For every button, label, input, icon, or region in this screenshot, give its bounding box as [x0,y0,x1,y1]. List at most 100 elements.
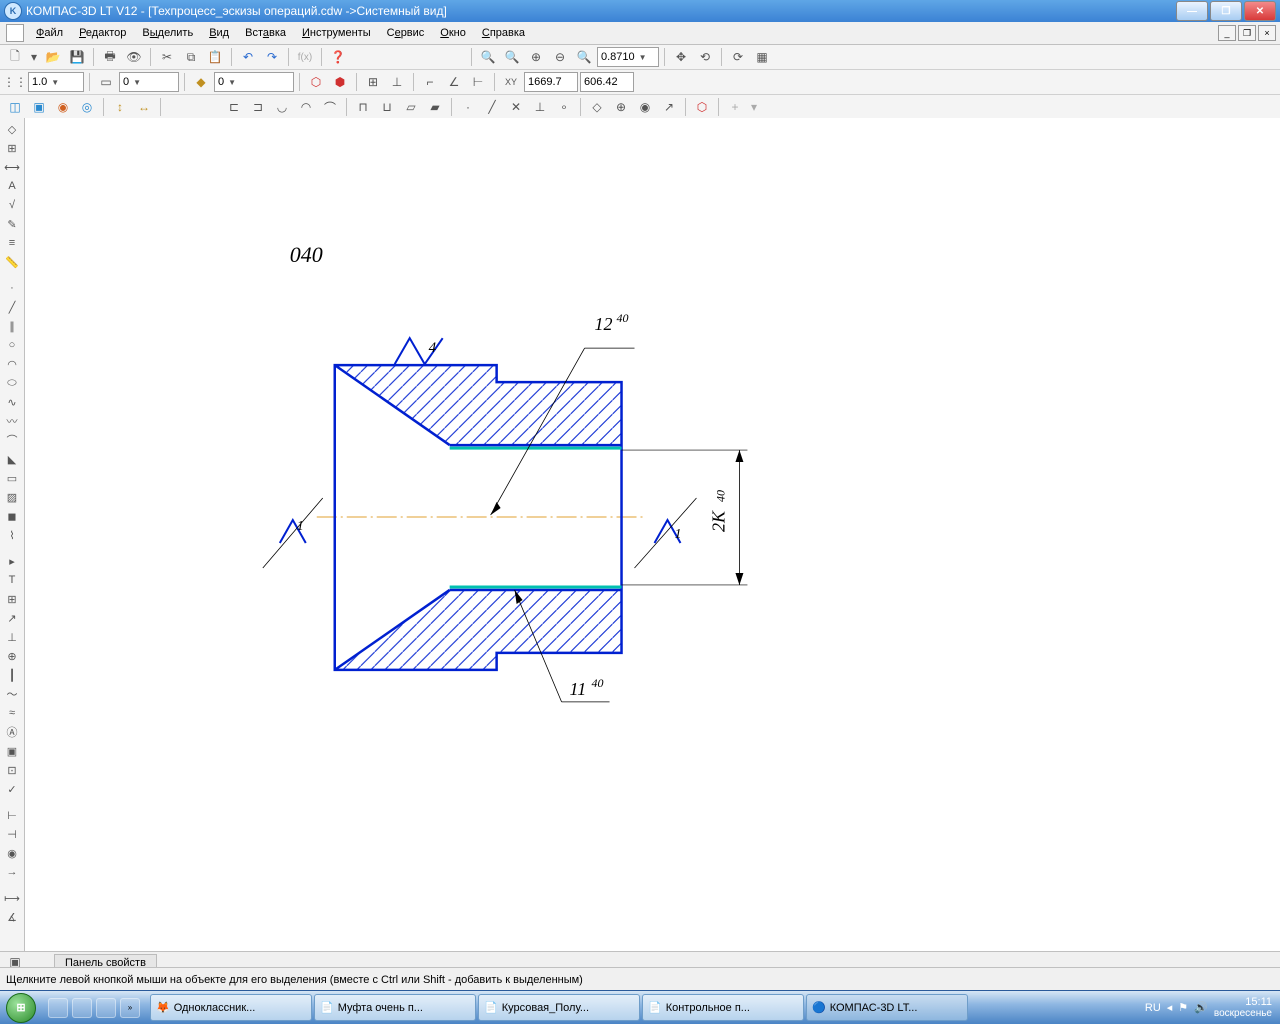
tool-circle[interactable]: ○ [1,336,23,354]
palette-text[interactable]: A [1,177,23,195]
zoom-in-button[interactable]: ⊕ [525,46,547,68]
tool-fillet[interactable]: ⌒ [1,431,23,449]
tool-rect[interactable]: ▭ [1,469,23,487]
palette-param[interactable]: ≡ [1,234,23,252]
cut-button[interactable]: ✂ [156,46,178,68]
mdi-restore-button[interactable]: ❐ [1238,25,1256,41]
tool-region[interactable]: ◼ [1,507,23,525]
tool-dim-lin[interactable]: ⟼ [1,889,23,907]
tool-view[interactable]: ⊣ [1,825,23,843]
refresh-button[interactable]: ⟳ [727,46,749,68]
view-btn-4[interactable]: ◎ [76,96,98,118]
tool-chamfer[interactable]: ◣ [1,450,23,468]
edit-btn-8[interactable]: ▱ [400,96,422,118]
clock[interactable]: 15:11 воскресенье [1214,996,1272,1019]
lcs-button[interactable]: ⌐ [419,71,441,93]
snap-1[interactable]: · [457,96,479,118]
snap-plus[interactable]: + [724,96,746,118]
menu-select[interactable]: Выделить [134,25,201,41]
ql-icon-2[interactable] [72,998,92,1018]
menu-editor[interactable]: Редактор [71,25,134,41]
zoom-out-button[interactable]: ⊖ [549,46,571,68]
menu-insert[interactable]: Вставка [237,25,294,41]
edit-btn-7[interactable]: ⊔ [376,96,398,118]
tool-break[interactable]: ≈ [1,704,23,722]
layer-combo[interactable]: 0▼ [214,72,294,92]
start-button[interactable]: ⊞ [0,991,42,1024]
palette-geometry[interactable]: ◇ [1,120,23,138]
open-button[interactable]: 📂 [42,46,64,68]
edit-btn-6[interactable]: ⊓ [352,96,374,118]
ql-icon-3[interactable] [96,998,116,1018]
tool-constr[interactable]: ⌇ [1,526,23,544]
tool-axis[interactable]: ┃ [1,666,23,684]
constr-btn-2[interactable]: ↔ [133,96,155,118]
snap-5[interactable]: ∘ [553,96,575,118]
tool-arc[interactable]: ◠ [1,355,23,373]
x-coord-input[interactable]: 1669.7 [524,72,578,92]
task-3[interactable]: 📄Курсовая_Полу... [478,994,640,1021]
grid-button[interactable]: ⊞ [362,71,384,93]
angle-button[interactable]: ∠ [443,71,465,93]
zoom-window-button[interactable]: 🔍 [501,46,523,68]
zoom-combo[interactable]: 0.8710▼ [597,47,659,67]
tool-section[interactable]: ⊢ [1,806,23,824]
tool-parallel[interactable]: ∥ [1,317,23,335]
perp-button[interactable]: ⊢ [467,71,489,93]
copy-button[interactable]: ⧉ [180,46,202,68]
palette-grid[interactable]: ⊞ [1,139,23,157]
menu-tools[interactable]: Инструменты [294,25,379,41]
tray-icon-2[interactable]: ⚑ [1178,1001,1188,1014]
tool-mark[interactable]: ✓ [1,780,23,798]
task-2[interactable]: 📄Муфта очень п... [314,994,476,1021]
edit-btn-3[interactable]: ◡ [271,96,293,118]
views-button[interactable]: ▦ [751,46,773,68]
tool-text[interactable]: T [1,571,23,589]
palette-edit[interactable]: ✎ [1,215,23,233]
edit-btn-4[interactable]: ◠ [295,96,317,118]
snap-3[interactable]: ✕ [505,96,527,118]
tool-dim-ang[interactable]: ∡ [1,908,23,926]
tool-ellipse[interactable]: ⬭ [1,374,23,392]
snap-magnet[interactable]: ⬡ [691,96,713,118]
undo-button[interactable]: ↶ [237,46,259,68]
redo-button[interactable]: ↷ [261,46,283,68]
snap-2[interactable]: ╱ [481,96,503,118]
tool-spline[interactable]: ∿ [1,393,23,411]
snap-8[interactable]: ◉ [634,96,656,118]
document-icon[interactable] [6,24,24,42]
tool-point[interactable]: · [1,279,23,297]
tool-bezier[interactable]: 〰 [1,412,23,430]
paste-button[interactable]: 📋 [204,46,226,68]
zoom-fit-button[interactable]: 🔍 [477,46,499,68]
view-btn-1[interactable]: ◫ [4,96,26,118]
tool-table[interactable]: ⊞ [1,590,23,608]
menu-file[interactable]: Файл [28,25,71,41]
menu-view[interactable]: Вид [201,25,237,41]
step-combo[interactable]: 1.0▼ [28,72,84,92]
lang-indicator[interactable]: RU [1145,1002,1161,1014]
constr-btn-1[interactable]: ↕ [109,96,131,118]
y-coord-input[interactable]: 606.42 [580,72,634,92]
new-button[interactable]: 🗋 [4,46,26,68]
drawing-canvas[interactable]: 040 [25,118,1280,952]
palette-measure[interactable]: 📏 [1,253,23,271]
tool-leader[interactable]: ↗ [1,609,23,627]
edit-btn-1[interactable]: ⊏ [223,96,245,118]
tool-label[interactable]: Ⓐ [1,723,23,741]
mdi-minimize-button[interactable]: _ [1218,25,1236,41]
print-button[interactable]: 🖶 [99,46,121,68]
save-button[interactable]: 💾 [66,46,88,68]
maximize-button[interactable]: ❐ [1210,1,1242,21]
tool-datum[interactable]: ▣ [1,742,23,760]
tool-line[interactable]: ╱ [1,298,23,316]
ql-icon-1[interactable] [48,998,68,1018]
help-cursor-button[interactable]: ❓ [327,46,349,68]
new-dropdown[interactable]: ▾ [28,46,40,68]
menu-window[interactable]: Окно [432,25,474,41]
edit-btn-2[interactable]: ⊐ [247,96,269,118]
close-button[interactable]: ✕ [1244,1,1276,21]
snap-toggle-2[interactable]: ⬢ [329,71,351,93]
menu-service[interactable]: Сервис [379,25,433,41]
style-combo[interactable]: 0▼ [119,72,179,92]
